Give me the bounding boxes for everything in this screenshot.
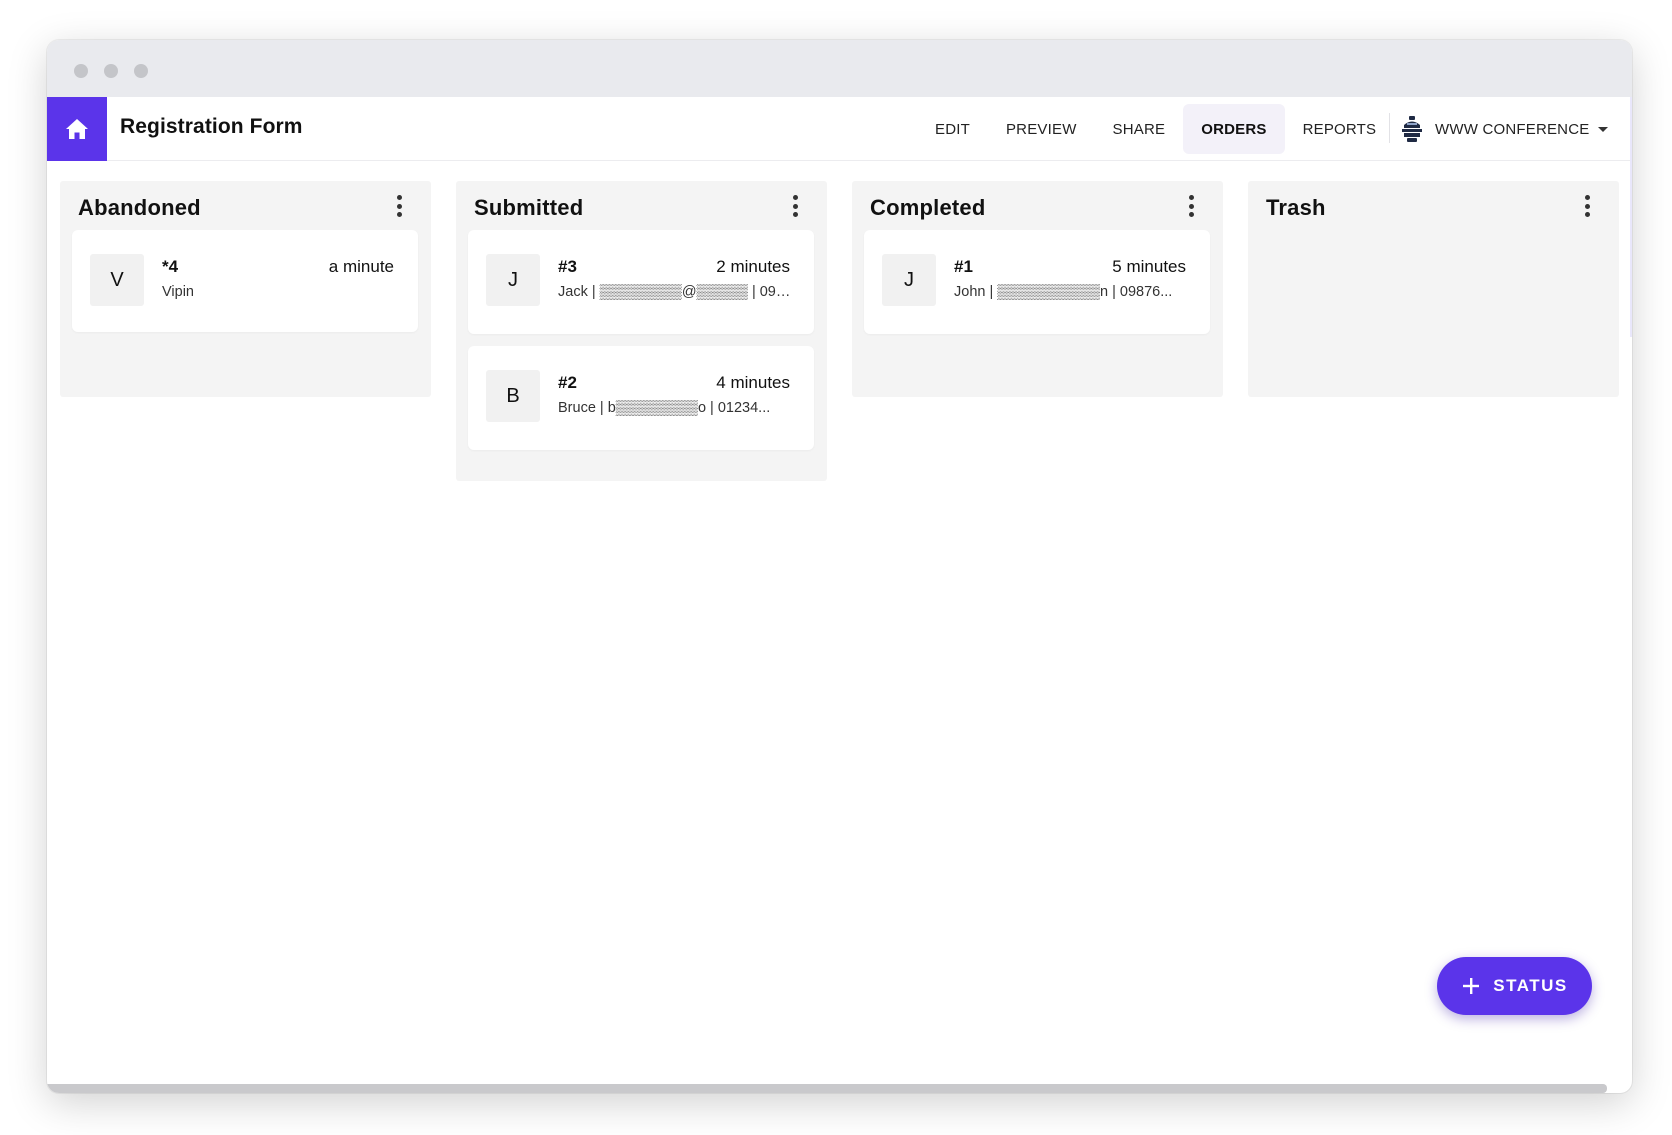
column-trash: Trash xyxy=(1248,181,1619,397)
avatar: V xyxy=(90,254,144,306)
column-abandoned: Abandoned V *4 a minute Vipin xyxy=(60,181,431,397)
order-details: Vipin xyxy=(162,284,194,300)
nav-edit[interactable]: EDIT xyxy=(917,104,988,154)
column-submitted: Submitted J #3 2 minutes Jack | ▒▒▒▒▒▒▒▒… xyxy=(456,181,827,481)
order-card[interactable]: J #3 2 minutes Jack | ▒▒▒▒▒▒▒▒@▒▒▒▒▒ | 0… xyxy=(468,230,814,334)
order-details: Bruce | b▒▒▒▒▒▒▒▒o | 01234... xyxy=(558,400,771,416)
nav-reports[interactable]: REPORTS xyxy=(1285,104,1395,154)
top-nav: EDIT PREVIEW SHARE ORDERS REPORTS xyxy=(917,104,1394,154)
order-id: #1 xyxy=(954,257,973,276)
add-status-button[interactable]: STATUS xyxy=(1437,957,1592,1015)
column-title: Trash xyxy=(1266,195,1326,220)
add-status-label: STATUS xyxy=(1493,976,1568,995)
plus-icon xyxy=(1463,978,1480,994)
column-title: Completed xyxy=(870,195,986,220)
nav-divider xyxy=(1389,113,1390,143)
order-details: Jack | ▒▒▒▒▒▒▒▒@▒▒▒▒▒ | 097... xyxy=(558,284,794,300)
form-title: Registration Form xyxy=(120,115,303,138)
nav-orders[interactable]: ORDERS xyxy=(1183,104,1285,154)
organization-name: WWW CONFERENCE xyxy=(1435,120,1590,138)
avatar: J xyxy=(486,254,540,306)
avatar: B xyxy=(486,370,540,422)
close-window-button[interactable] xyxy=(74,64,88,78)
order-card[interactable]: J #1 5 minutes John | ▒▒▒▒▒▒▒▒▒▒n | 0987… xyxy=(864,230,1210,334)
nav-share[interactable]: SHARE xyxy=(1095,104,1184,154)
order-card[interactable]: V *4 a minute Vipin xyxy=(72,230,418,332)
more-vertical-icon xyxy=(1584,195,1590,200)
avatar: J xyxy=(882,254,936,306)
more-vertical-icon xyxy=(1188,195,1194,200)
browser-window: Registration Form EDIT PREVIEW SHARE ORD… xyxy=(47,40,1632,1093)
organization-selector[interactable]: WWW CONFERENCE xyxy=(1399,110,1609,148)
order-time: 4 minutes xyxy=(716,373,790,392)
order-id: #3 xyxy=(558,257,577,276)
home-icon xyxy=(66,119,88,139)
app-header: Registration Form EDIT PREVIEW SHARE ORD… xyxy=(47,97,1632,161)
order-time: a minute xyxy=(328,257,394,276)
order-card[interactable]: B #2 4 minutes Bruce | b▒▒▒▒▒▒▒▒o | 0123… xyxy=(468,346,814,450)
horizontal-scrollbar[interactable] xyxy=(47,1084,1607,1093)
order-id: *4 xyxy=(162,257,179,276)
column-menu-button[interactable] xyxy=(1577,193,1597,219)
order-id: #2 xyxy=(558,373,577,392)
column-title: Submitted xyxy=(474,195,584,220)
order-details: John | ▒▒▒▒▒▒▒▒▒▒n | 09876... xyxy=(954,284,1173,300)
column-menu-button[interactable] xyxy=(389,193,409,219)
home-button[interactable] xyxy=(47,97,107,161)
org-logo-icon xyxy=(1402,116,1422,142)
column-completed: Completed J #1 5 minutes John | ▒▒▒▒▒▒▒▒… xyxy=(852,181,1223,397)
more-vertical-icon xyxy=(396,195,402,200)
column-title: Abandoned xyxy=(78,195,201,220)
order-time: 2 minutes xyxy=(716,257,790,276)
more-vertical-icon xyxy=(792,195,798,200)
scroll-track xyxy=(1630,97,1632,337)
column-menu-button[interactable] xyxy=(785,193,805,219)
minimize-window-button[interactable] xyxy=(104,64,118,78)
zoom-window-button[interactable] xyxy=(134,64,148,78)
nav-preview[interactable]: PREVIEW xyxy=(988,104,1095,154)
order-time: 5 minutes xyxy=(1112,257,1186,276)
chevron-down-icon xyxy=(1598,126,1609,132)
column-menu-button[interactable] xyxy=(1181,193,1201,219)
window-titlebar xyxy=(47,40,1632,97)
